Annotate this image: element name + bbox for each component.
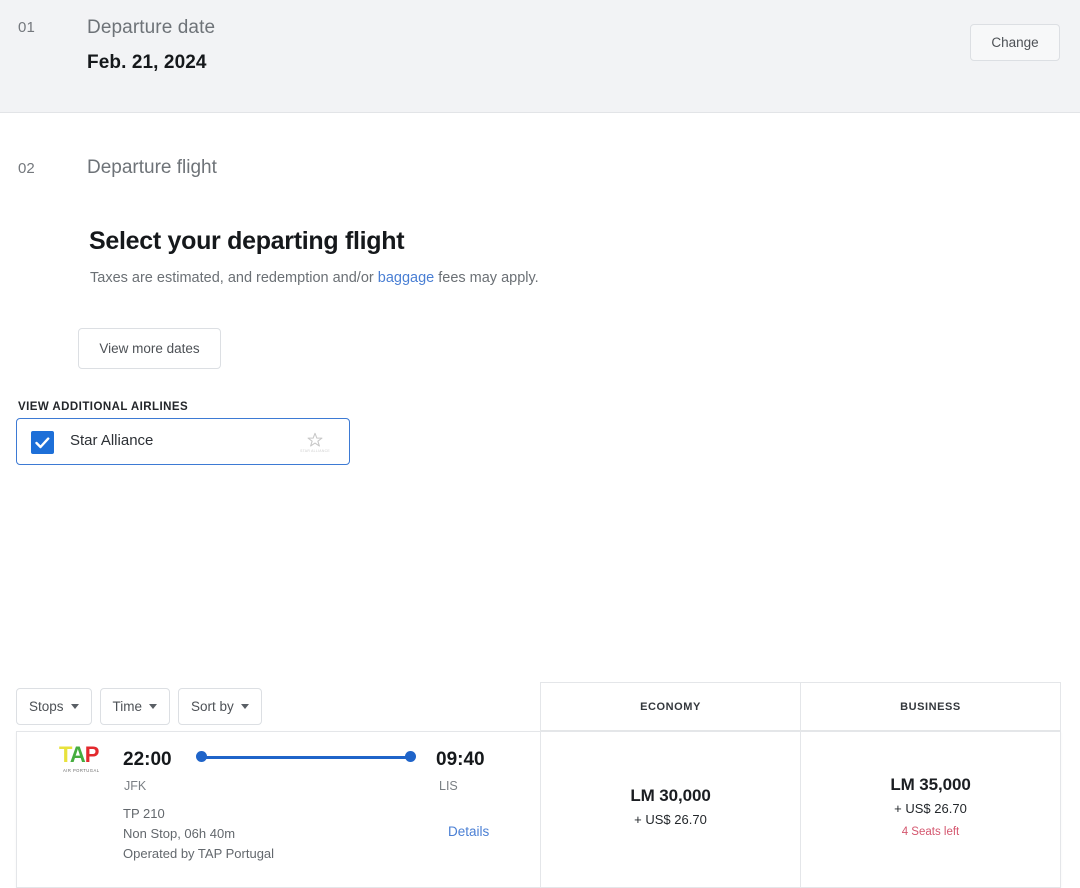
star-alliance-option[interactable]: Star Alliance STAR ALLIANCE	[16, 418, 350, 465]
filter-time-button[interactable]: Time	[99, 688, 171, 725]
step-label-departure-date: Departure date	[87, 17, 216, 38]
destination-dot-icon	[405, 751, 416, 762]
disclaimer-text-after: fees may apply.	[434, 270, 539, 286]
departure-airport-code: JFK	[124, 779, 147, 793]
flight-details-link[interactable]: Details	[448, 824, 489, 839]
taxes-disclaimer: Taxes are estimated, and redemption and/…	[90, 270, 539, 286]
flight-meta: TP 210 Non Stop, 06h 40m Operated by TAP…	[123, 804, 274, 864]
step-number-02: 02	[18, 160, 35, 177]
view-additional-airlines-heading: VIEW ADDITIONAL AIRLINES	[18, 401, 189, 413]
step-label-departure-flight: Departure flight	[87, 157, 217, 178]
view-more-dates-button[interactable]: View more dates	[78, 328, 221, 369]
arrival-time: 09:40	[436, 749, 485, 770]
departure-date-value: Feb. 21, 2024	[87, 52, 207, 73]
departure-time: 22:00	[123, 749, 172, 770]
stops-and-duration: Non Stop, 06h 40m	[123, 826, 236, 841]
filter-sort-by-label: Sort by	[191, 699, 234, 714]
star-alliance-label: Star Alliance	[70, 432, 154, 449]
checkmark-icon	[35, 436, 50, 448]
fare-cell-business[interactable]: LM 35,000 + US$ 26.70 4 Seats left	[801, 732, 1060, 887]
step-number-01: 01	[18, 19, 36, 36]
star-alliance-logo-text: STAR ALLIANCE	[300, 448, 330, 453]
business-miles-price: LM 35,000	[890, 775, 971, 794]
filter-stops-button[interactable]: Stops	[16, 688, 92, 725]
tap-logo-subtext: AIR PORTUGAL	[63, 768, 100, 773]
fare-column-headers: ECONOMY BUSINESS	[540, 682, 1061, 731]
departure-date-header: 01 Departure date Feb. 21, 2024 Change	[0, 0, 1080, 113]
column-header-economy: ECONOMY	[540, 682, 800, 731]
star-icon	[307, 432, 323, 447]
operated-by: Operated by TAP Portugal	[123, 846, 275, 861]
change-date-button[interactable]: Change	[970, 24, 1060, 61]
filter-sort-by-button[interactable]: Sort by	[178, 688, 262, 725]
page-title: Select your departing flight	[89, 227, 405, 255]
star-alliance-logo: STAR ALLIANCE	[295, 427, 335, 457]
chevron-down-icon	[240, 704, 249, 709]
business-taxes: + US$ 26.70	[894, 801, 967, 816]
filter-time-label: Time	[112, 699, 143, 714]
table-row: TAP AIR PORTUGAL 22:00 JFK 09:40 LIS TP …	[16, 731, 1061, 888]
tap-portugal-logo: TAP AIR PORTUGAL	[59, 744, 109, 778]
disclaimer-text-before: Taxes are estimated, and redemption and/…	[90, 270, 378, 286]
tap-logo-letters: TAP	[59, 742, 99, 767]
baggage-link[interactable]: baggage	[378, 270, 434, 286]
business-seats-left-badge: 4 Seats left	[901, 826, 960, 838]
flight-info-cell: TAP AIR PORTUGAL 22:00 JFK 09:40 LIS TP …	[17, 732, 541, 887]
flight-route-timeline	[196, 751, 416, 763]
fare-cell-economy[interactable]: LM 30,000 + US$ 26.70	[541, 732, 801, 887]
flight-number: TP 210	[123, 806, 165, 821]
star-alliance-checkbox[interactable]	[31, 431, 54, 454]
chevron-down-icon	[70, 704, 79, 709]
chevron-down-icon	[149, 704, 158, 709]
economy-miles-price: LM 30,000	[630, 786, 711, 805]
economy-taxes: + US$ 26.70	[634, 812, 707, 827]
arrival-airport-code: LIS	[439, 779, 458, 793]
route-line	[201, 755, 411, 759]
filter-toolbar: Stops Time Sort by	[16, 688, 262, 725]
filter-stops-label: Stops	[29, 699, 64, 714]
column-header-business: BUSINESS	[800, 682, 1061, 731]
